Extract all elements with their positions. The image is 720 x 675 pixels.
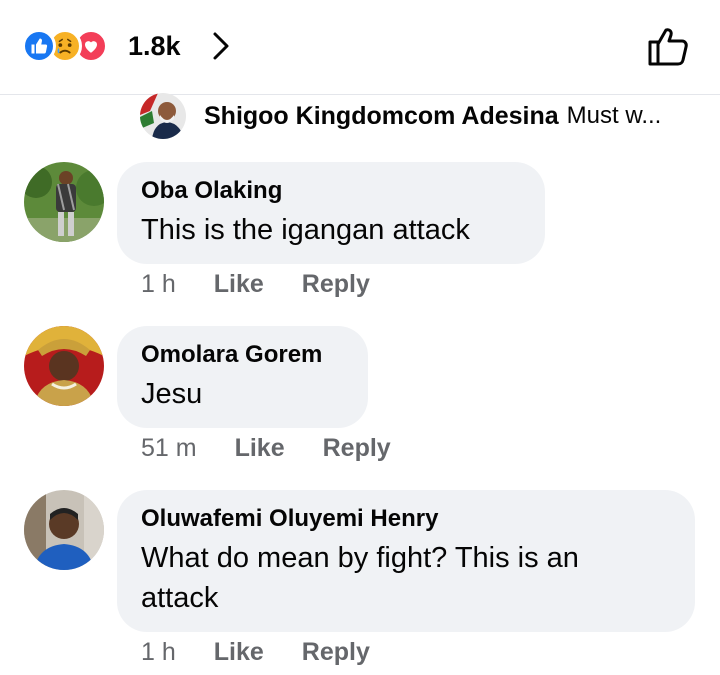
comment-actions: 1 h Like Reply (141, 270, 370, 299)
comment-time[interactable]: 1 h (141, 270, 176, 299)
reaction-count[interactable]: 1.8k (128, 28, 181, 64)
comment-time[interactable]: 51 m (141, 434, 197, 463)
avatar[interactable] (140, 93, 186, 139)
replied-to-name[interactable]: Shigoo Kingdomcom Adesina (204, 102, 559, 131)
comment-author[interactable]: Oba Olaking (141, 176, 519, 206)
like-button[interactable]: Like (214, 270, 264, 299)
replied-to-snippet: Must w... (566, 102, 662, 129)
avatar[interactable] (24, 162, 104, 242)
comment-time[interactable]: 1 h (141, 638, 176, 667)
comment-author[interactable]: Oluwafemi Oluyemi Henry (141, 504, 669, 534)
like-reaction-icon (22, 29, 56, 63)
comment-text: This is the igangan attack (141, 214, 470, 246)
reply-button[interactable]: Reply (323, 434, 391, 463)
comment-text: What do mean by fight? This is an attack (141, 542, 579, 614)
like-button[interactable]: Like (214, 638, 264, 667)
reply-button[interactable]: Reply (302, 270, 370, 299)
comment-bubble[interactable]: Oluwafemi Oluyemi Henry What do mean by … (117, 490, 695, 632)
avatar[interactable] (24, 326, 104, 406)
reactions-header: 1.8k (0, 0, 720, 95)
replied-to-comment[interactable]: Shigoo Kingdomcom Adesina Must w... (140, 93, 662, 139)
comment-author[interactable]: Omolara Gorem (141, 340, 342, 370)
comment-bubble[interactable]: Oba Olaking This is the igangan attack (117, 162, 545, 264)
thumbs-up-outline-icon[interactable] (646, 24, 690, 68)
avatar[interactable] (24, 490, 104, 570)
like-button[interactable]: Like (235, 434, 285, 463)
reactions-summary[interactable] (22, 28, 108, 64)
reply-button[interactable]: Reply (302, 638, 370, 667)
comment-bubble[interactable]: Omolara Gorem Jesu (117, 326, 368, 428)
comment-text: Jesu (141, 378, 203, 410)
comment-actions: 1 h Like Reply (141, 638, 370, 667)
chevron-right-icon[interactable] (206, 30, 236, 62)
comment-actions: 51 m Like Reply (141, 434, 391, 463)
